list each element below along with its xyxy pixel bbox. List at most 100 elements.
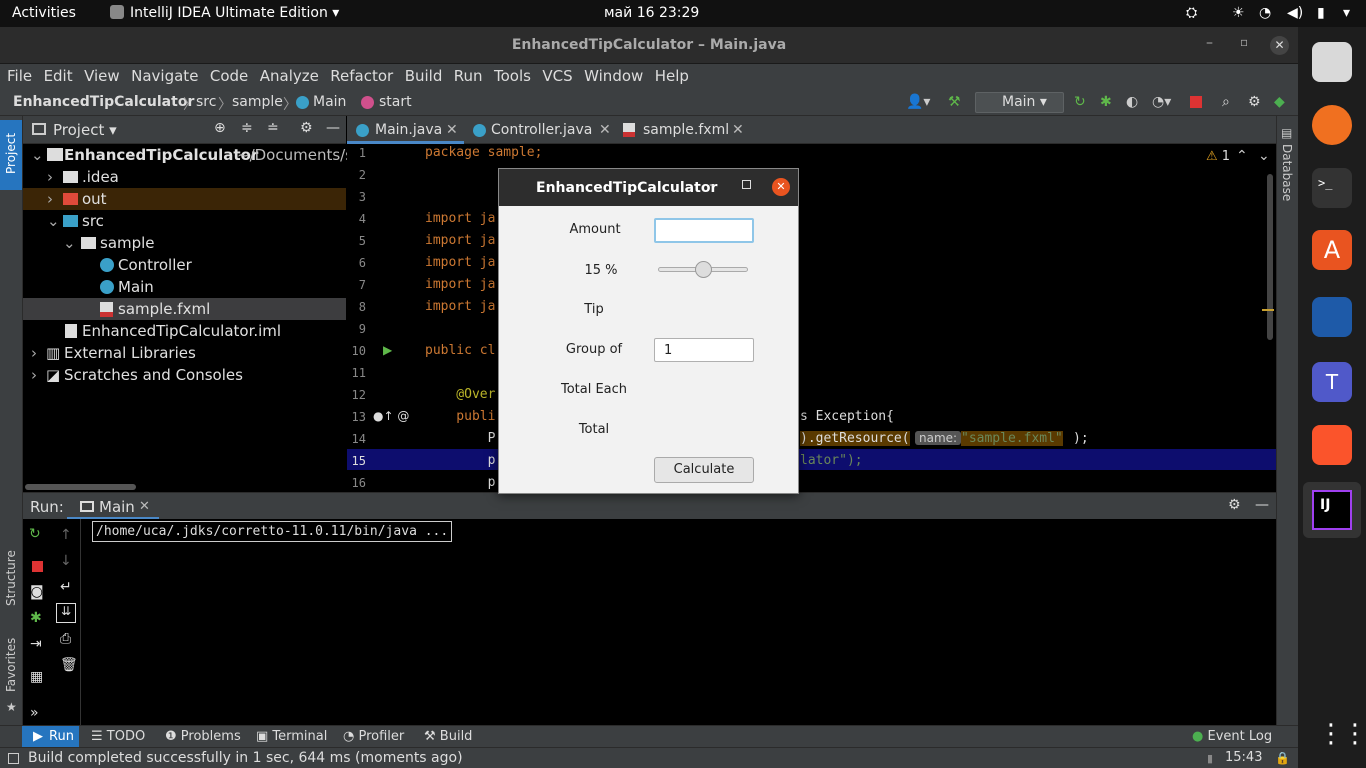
favorites-side-tab[interactable]: Favorites: [4, 638, 18, 692]
run-gutter-icon[interactable]: ▶: [383, 343, 392, 357]
teams-app-icon[interactable]: T: [1312, 362, 1352, 402]
code-line[interactable]: @Over: [425, 387, 495, 402]
close-icon[interactable]: ✕: [1270, 36, 1289, 55]
close-icon[interactable]: ✕: [772, 178, 790, 196]
caret-position[interactable]: 15:43: [1225, 750, 1262, 765]
settings-icon[interactable]: ⚙: [1248, 94, 1261, 110]
menu-help[interactable]: Help: [655, 64, 689, 85]
tree-item-external-libraries[interactable]: › ▥ External Libraries: [23, 342, 346, 364]
tree-item-src[interactable]: ⌄ src: [23, 210, 346, 232]
arrow-down-icon[interactable]: ↓: [60, 553, 72, 569]
breadcrumb-class[interactable]: Main: [313, 94, 346, 110]
bottom-tab-terminal[interactable]: ▣ Terminal: [256, 729, 327, 744]
gear-icon[interactable]: ⚙: [300, 120, 313, 136]
tree-item-root[interactable]: ⌄ EnhancedTipCalculator ~/Documents/su: [23, 144, 363, 166]
override-gutter-icon[interactable]: ●↑ @: [373, 409, 409, 423]
battery-icon[interactable]: ▮: [1317, 5, 1325, 21]
brave-app-icon[interactable]: [1312, 425, 1352, 465]
status-message[interactable]: Build completed successfully in 1 sec, 6…: [28, 750, 463, 766]
code-line[interactable]: publi: [425, 409, 495, 424]
close-tab-icon[interactable]: ✕: [446, 122, 458, 138]
system-menu-icon[interactable]: ▾: [1343, 5, 1350, 21]
bottom-tab-build[interactable]: ⚒ Build: [424, 729, 472, 744]
database-side-tab[interactable]: Database: [1280, 144, 1294, 201]
tree-item-out[interactable]: › out: [23, 188, 346, 210]
code-line[interactable]: p: [425, 453, 496, 468]
menu-edit[interactable]: Edit: [44, 64, 73, 85]
string-literal[interactable]: "sample.fxml": [961, 431, 1063, 446]
run-tab-main[interactable]: Main ✕: [67, 493, 159, 520]
scroll-to-end-icon[interactable]: ⇊: [56, 603, 76, 623]
code-line[interactable]: public cl: [425, 343, 495, 358]
stop-icon[interactable]: [32, 561, 43, 572]
tab-main-java[interactable]: Main.java ✕: [347, 116, 464, 144]
slider-thumb[interactable]: [695, 261, 712, 278]
calculate-button[interactable]: Calculate: [654, 457, 754, 483]
breadcrumb-src[interactable]: src: [196, 94, 216, 110]
breadcrumb-package[interactable]: sample: [232, 94, 283, 110]
chevron-down-icon[interactable]: ⌄: [1258, 148, 1270, 164]
code-line[interactable]: import ja: [425, 277, 495, 292]
string-literal[interactable]: lator");: [800, 453, 863, 468]
close-tab-icon[interactable]: ✕: [139, 499, 150, 514]
search-icon[interactable]: ⌕: [1222, 94, 1230, 110]
menu-vcs[interactable]: VCS: [542, 64, 572, 85]
camera-icon[interactable]: ◙: [30, 584, 44, 600]
tab-sample-fxml[interactable]: sample.fxml ✕: [614, 116, 744, 144]
run-config-select[interactable]: Main ▾: [975, 92, 1064, 113]
bottom-tab-run[interactable]: ▶ Run: [22, 726, 79, 747]
exit-icon[interactable]: ⇥: [30, 636, 42, 652]
minimize-icon[interactable]: –: [709, 177, 716, 193]
amount-input[interactable]: [654, 218, 754, 243]
plugin-icon[interactable]: ◆: [1274, 94, 1285, 110]
app-menu[interactable]: IntelliJ IDEA Ultimate Edition ▾: [110, 5, 339, 21]
tree-item-controller[interactable]: Controller: [23, 254, 346, 276]
coverage-icon[interactable]: ◐: [1126, 94, 1138, 110]
tab-controller-java[interactable]: Controller.java ✕: [464, 116, 614, 144]
hammer-icon[interactable]: ⚒: [948, 94, 961, 110]
tree-item-sample[interactable]: ⌄ sample: [23, 232, 346, 254]
menu-build[interactable]: Build: [405, 64, 443, 85]
tree-item-main[interactable]: Main: [23, 276, 346, 298]
brightness-icon[interactable]: ☀: [1232, 5, 1245, 21]
rerun-icon[interactable]: ↻: [29, 526, 41, 542]
maximize-icon[interactable]: ▫: [1240, 35, 1248, 49]
profile-icon[interactable]: ◔▾: [1152, 94, 1171, 110]
stop-icon[interactable]: [1190, 96, 1202, 108]
software-center-icon[interactable]: A: [1312, 230, 1352, 270]
wifi-icon[interactable]: ◔: [1259, 5, 1271, 21]
more-icon[interactable]: »: [30, 705, 39, 721]
teams-tray-icon[interactable]: ⛭: [1186, 5, 1197, 21]
user-icon[interactable]: 👤▾: [906, 94, 930, 110]
writer-app-icon[interactable]: [1312, 297, 1352, 337]
menu-view[interactable]: View: [84, 64, 120, 85]
code-line[interactable]: P: [425, 431, 496, 446]
run-console[interactable]: /home/uca/.jdks/corretto-11.0.11/bin/jav…: [23, 519, 1276, 725]
intellij-dock-highlight[interactable]: IJ: [1303, 482, 1361, 538]
clock[interactable]: май 16 23:29: [604, 5, 699, 21]
group-size-input[interactable]: 1: [654, 338, 754, 362]
debug-icon[interactable]: ✱: [30, 610, 42, 626]
close-tab-icon[interactable]: ✕: [732, 122, 744, 138]
project-view-select[interactable]: Project ▾: [53, 121, 117, 139]
menu-refactor[interactable]: Refactor: [330, 64, 393, 85]
locate-icon[interactable]: ⊕: [214, 120, 226, 136]
debug-icon[interactable]: ✱: [1100, 94, 1112, 110]
console-output[interactable]: /home/uca/.jdks/corretto-11.0.11/bin/jav…: [92, 521, 453, 542]
hide-icon[interactable]: —: [1255, 497, 1269, 513]
menu-code[interactable]: Code: [210, 64, 248, 85]
status-toggle-icon[interactable]: [8, 753, 19, 764]
menu-analyze[interactable]: Analyze: [260, 64, 319, 85]
code-fragment[interactable]: ).getResource(: [800, 431, 910, 446]
code-line[interactable]: import ja: [425, 233, 495, 248]
activities-button[interactable]: Activities: [12, 5, 76, 21]
expand-all-icon[interactable]: ≑: [241, 120, 253, 136]
terminal-app-icon[interactable]: >_: [1312, 168, 1352, 208]
menu-navigate[interactable]: Navigate: [131, 64, 198, 85]
code-fragment[interactable]: s Exception{: [800, 409, 894, 424]
minimize-icon[interactable]: –: [1206, 35, 1213, 51]
lock-icon[interactable]: 🔒: [1275, 751, 1290, 765]
layout-icon[interactable]: ▦: [30, 669, 43, 685]
tip-percent-slider[interactable]: [658, 261, 748, 278]
maximize-icon[interactable]: [742, 180, 751, 189]
